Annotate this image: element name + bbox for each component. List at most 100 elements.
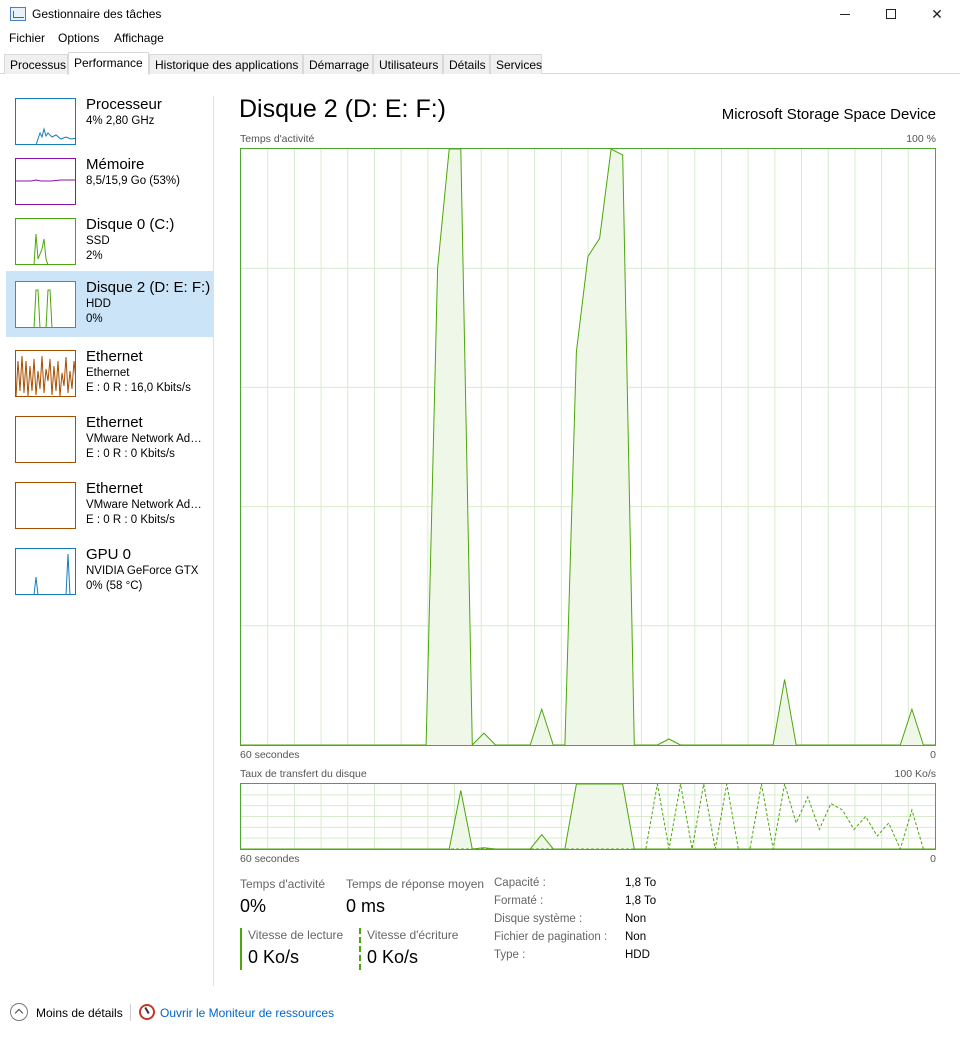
maximize-icon: [886, 9, 896, 19]
sidebar-item-detail: NVIDIA GeForce GTX: [86, 565, 199, 577]
sidebar-item-detail: HDD: [86, 298, 111, 310]
thumbnail-line: [16, 179, 75, 182]
activity-graph-svg: [241, 149, 935, 745]
sidebar-item-value: E : 0 R : 0 Kbits/s: [86, 514, 175, 526]
tab-performance[interactable]: Performance: [68, 52, 149, 75]
sidebar-item-name: Ethernet: [86, 480, 143, 497]
sidebar-item-5[interactable]: Ethernet VMware Network Adapter VMnet1 E :…: [6, 406, 213, 472]
tab-demarrage[interactable]: Démarrage: [303, 54, 373, 74]
transfer-graph: [240, 783, 936, 850]
thumbnail-line: [33, 289, 53, 327]
sidebar-item-6[interactable]: Ethernet VMware Network Adapter VMnet8 E :…: [6, 472, 213, 538]
thumbnail-svg: [35, 127, 75, 144]
device-name: Microsoft Storage Space Device: [721, 106, 936, 123]
prop-type-key: Type :: [494, 949, 526, 961]
title-bar: Gestionnaire des tâches ✕: [0, 0, 960, 28]
close-button[interactable]: ✕: [914, 0, 960, 28]
write-speed-indicator: [359, 928, 361, 970]
prop-pagefile-value: Non: [625, 931, 647, 943]
response-stat-value: 0 ms: [346, 896, 386, 916]
thumbnail-svg: [33, 233, 49, 264]
sidebar-item-detail: 4% 2,80 GHz: [86, 115, 155, 127]
prop-formatted-value: 1,8 To: [625, 895, 657, 907]
resource-monitor-icon: [139, 1004, 155, 1020]
activity-stat-value: 0%: [240, 896, 267, 916]
thumbnail-svg: [16, 417, 76, 463]
response-stat-label: Temps de réponse moyen: [346, 877, 485, 891]
sidebar-item-value: 2%: [86, 250, 103, 262]
transfer-graph-svg: [241, 784, 935, 849]
thumbnail-svg: [16, 355, 75, 396]
write-speed-value: 0 Ko/s: [367, 947, 419, 967]
resource-monitor-link[interactable]: Ouvrir le Moniteur de ressources: [160, 1006, 334, 1020]
sidebar-thumbnail-graph: [15, 416, 76, 463]
transfer-graph-label: Taux de transfert du disque: [240, 768, 367, 780]
sidebar-item-detail: Ethernet: [86, 367, 130, 379]
sidebar-item-1[interactable]: Mémoire 8,5/15,9 Go (53%): [6, 148, 213, 214]
window-title: Gestionnaire des tâches: [32, 7, 162, 21]
prop-formatted-key: Formaté :: [494, 895, 544, 907]
minimize-button[interactable]: [822, 0, 868, 28]
sidebar-thumbnail-graph: [15, 548, 76, 595]
task-manager-icon: [10, 7, 26, 21]
sidebar-item-detail: VMware Network Adapter VMnet8: [86, 499, 208, 511]
sidebar-item-2[interactable]: Disque 0 (C:) SSD 2%: [6, 208, 213, 274]
sidebar-item-value: 0%: [86, 313, 103, 325]
tab-utilisateurs[interactable]: Utilisateurs: [373, 54, 443, 74]
sidebar-item-detail: VMware Network Adapter VMnet1: [86, 433, 208, 445]
activity-graph: [240, 148, 936, 746]
transfer-graph-max: 100 Ko/s: [894, 768, 936, 780]
thumbnail-line: [33, 233, 49, 264]
tab-processus[interactable]: Processus: [4, 54, 68, 74]
thumbnail-svg: [16, 483, 76, 529]
read-speed-label: Vitesse de lecture: [248, 928, 344, 942]
sidebar-item-4[interactable]: Ethernet Ethernet E : 0 R : 16,0 Kbits/s: [6, 340, 213, 406]
thumbnail-line: [33, 553, 71, 594]
write-speed-label: Vitesse d'écriture: [367, 928, 459, 942]
prop-system-disk-value: Non: [625, 913, 647, 925]
tab-services[interactable]: Services: [490, 54, 542, 74]
prop-pagefile-key: Fichier de pagination :: [494, 931, 608, 943]
thumbnail-svg: [16, 179, 75, 182]
minimize-icon: [840, 13, 850, 15]
activity-graph-max: 100 %: [906, 133, 936, 145]
menu-bar: Fichier Options Affichage: [0, 29, 960, 49]
less-details-button[interactable]: Moins de détails: [36, 1006, 123, 1020]
sidebar-item-name: Disque 0 (C:): [86, 216, 175, 233]
tab-historique[interactable]: Historique des applications: [149, 54, 303, 74]
sidebar-item-detail: SSD: [86, 235, 110, 247]
activity-graph-time: 60 secondes: [240, 749, 300, 761]
tab-bar: Processus Performance Historique des app…: [0, 52, 960, 75]
sidebar-thumbnail-graph: [15, 218, 76, 265]
sidebar-thumbnail-graph: [15, 98, 76, 145]
transfer-graph-min: 0: [930, 853, 936, 865]
thumbnail-svg: [33, 553, 71, 594]
read-speed-value: 0 Ko/s: [248, 947, 300, 967]
thumbnail-line: [35, 127, 75, 144]
tab-details[interactable]: Détails: [443, 54, 490, 74]
menu-affichage[interactable]: Affichage: [114, 31, 164, 45]
prop-capacity-key: Capacité :: [494, 877, 546, 889]
sidebar-item-0[interactable]: Processeur 4% 2,80 GHz: [6, 88, 213, 154]
sidebar-item-name: Processeur: [86, 96, 162, 113]
menu-options[interactable]: Options: [58, 31, 99, 45]
thumbnail-svg: [33, 289, 53, 327]
activity-graph-min: 0: [930, 749, 936, 761]
sidebar-item-name: Disque 2 (D: E: F:): [86, 279, 211, 296]
sidebar-item-name: Ethernet: [86, 348, 143, 365]
sidebar-item-detail: 8,5/15,9 Go (53%): [86, 175, 180, 187]
sidebar-item-name: Ethernet: [86, 414, 143, 431]
less-details-chevron-icon[interactable]: [10, 1003, 28, 1021]
maximize-button[interactable]: [868, 0, 914, 28]
activity-graph-label: Temps d'activité: [240, 133, 315, 145]
sidebar-thumbnail-graph: [15, 158, 76, 205]
sidebar-item-value: E : 0 R : 0 Kbits/s: [86, 448, 175, 460]
prop-type-value: HDD: [625, 949, 650, 961]
sidebar-item-value: 0% (58 °C): [86, 580, 143, 592]
menu-fichier[interactable]: Fichier: [9, 31, 45, 45]
sidebar-thumbnail-graph: [15, 350, 76, 397]
sidebar-item-3[interactable]: Disque 2 (D: E: F:) HDD 0%: [6, 271, 213, 337]
sidebar-item-7[interactable]: GPU 0 NVIDIA GeForce GTX 0% (58 °C): [6, 538, 213, 604]
prop-capacity-value: 1,8 To: [625, 877, 657, 889]
thumbnail-line: [16, 355, 75, 396]
